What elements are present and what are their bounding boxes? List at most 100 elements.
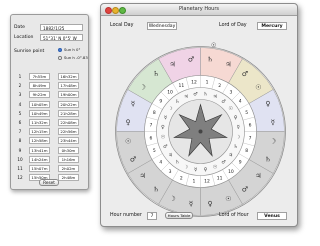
night-hour-cell: 2h02m — [58, 164, 79, 172]
outer-planet-symbol: ☉ — [225, 195, 231, 203]
reset-button[interactable]: Reset — [39, 179, 59, 186]
night-hour-cell: 20h22m — [58, 100, 79, 108]
radio-label-1: Sun h -0°.83 — [64, 55, 88, 60]
inner-planet-symbol: ♂ — [221, 99, 225, 105]
row-number: 9 — [18, 147, 22, 153]
inner-planet-symbol: ☽ — [168, 106, 173, 112]
outer-planet-symbol: ♄ — [153, 186, 159, 194]
inner-planet-symbol: ♄ — [175, 159, 179, 165]
outer-planet-symbol: ☉ — [125, 137, 131, 145]
inner-planet-symbol: ♄ — [175, 99, 179, 105]
night-hour-cell: 16h32m — [58, 73, 79, 81]
row-number: 8 — [18, 138, 22, 144]
sunrise-table-window: Date 1882/1/25 Location 51°31' N 0°5' W … — [10, 14, 89, 190]
day-hour-cell: 14h24m — [29, 155, 50, 163]
row-number: 12 — [17, 175, 23, 181]
table-row: 9 13h41m 0h30m — [15, 146, 87, 155]
night-hour-cell: 1h16m — [58, 155, 79, 163]
title-bar: Planetary Hours — [101, 4, 297, 16]
hour-number-label: 3 — [169, 169, 172, 175]
radio-sun-h-0[interactable]: Sun h 0° — [58, 47, 80, 52]
lord-of-hour-value: Venus — [257, 212, 287, 220]
night-hour-cell: 0h30m — [58, 146, 79, 154]
night-hour-cell: 21h28m — [58, 109, 79, 117]
location-label: Location — [14, 34, 34, 40]
inner-planet-symbol: ♀ — [234, 115, 238, 121]
inner-planet-symbol: ♃ — [168, 152, 172, 158]
hour-number-label: 5 — [153, 148, 156, 154]
table-row: 2 8h49m 17h48m — [15, 81, 87, 90]
hour-number-label: 12 — [204, 179, 210, 185]
inner-planet-symbol: ☉ — [228, 106, 232, 112]
hour-number-label: 6 — [149, 136, 152, 142]
day-hour-cell: 10h49m — [29, 109, 50, 117]
hour-number-label: 11 — [178, 83, 184, 89]
inner-planet-symbol: ☉ — [161, 134, 165, 140]
inner-planet-symbol: ♂ — [193, 92, 197, 98]
hour-number-label: 9 — [159, 99, 162, 105]
table-row: 11 15h07m 2h02m — [15, 164, 87, 173]
day-hour-cell: 9h22m — [29, 91, 50, 99]
outer-planet-symbol: ♂ — [130, 156, 136, 164]
table-row: 3 9h22m 19h00m — [15, 90, 87, 99]
table-row: 7 12h15m 22h56m — [15, 127, 87, 136]
table-row: 4 10h05m 20h22m — [15, 100, 87, 109]
outer-planet-symbol: ☿ — [189, 200, 193, 208]
date-row: Date 1882/1/25 — [14, 23, 83, 31]
table-row: 10 14h24m 1h16m — [15, 155, 87, 164]
hour-number-field[interactable]: 7 — [147, 212, 157, 220]
sunrise-point-label: Sunrise point — [14, 49, 45, 54]
hour-number-label: 3 — [230, 89, 233, 95]
inner-planet-symbol: ☽ — [184, 164, 189, 170]
row-number: 5 — [18, 110, 22, 116]
lord-of-day-value: Mercury — [257, 22, 287, 30]
hours-table-button[interactable]: Hours Table — [165, 212, 193, 219]
date-field[interactable]: 1882/1/25 — [40, 23, 83, 31]
hour-number-label: 11 — [217, 175, 223, 181]
center-dot — [198, 129, 203, 134]
outer-planet-symbol: ♀ — [207, 200, 212, 208]
day-hour-cell: 11h32m — [29, 119, 50, 127]
inner-planet-symbol: ☿ — [194, 167, 197, 173]
outer-planet-symbol: ☽ — [169, 195, 175, 203]
inner-planet-symbol: ♀ — [204, 167, 208, 173]
row-number: 7 — [18, 129, 22, 135]
row-number: 1 — [18, 74, 22, 80]
row-number: 3 — [18, 92, 22, 98]
table-row: 6 11h32m 22h08m — [15, 118, 87, 127]
outer-planet-symbol: ♀ — [265, 100, 270, 108]
day-hour-cell: 12h15m — [29, 128, 50, 136]
outer-planet-symbol: ♃ — [225, 60, 231, 68]
outer-planet-symbol: ♂ — [242, 70, 248, 78]
hour-number-label: 9 — [239, 160, 242, 166]
night-hour-cell: 22h56m — [58, 128, 79, 136]
hour-number-label: 2 — [218, 83, 221, 89]
location-field[interactable]: 51°31' N 0°5' W — [40, 33, 83, 41]
inner-planet-symbol: ♀ — [161, 124, 165, 130]
outer-planet-symbol: ☽ — [270, 137, 276, 145]
inner-planet-symbol: ♂ — [163, 144, 167, 150]
hour-number-label: 10 — [167, 89, 173, 95]
hours-table: 1 7h55m 16h32m 2 8h49m 17h48m 3 9h22m 19h00m 4 10h… — [15, 72, 87, 182]
outer-planet-symbol: ♂ — [242, 186, 248, 194]
radio-sun-h-083[interactable]: Sun h -0°.83 — [58, 55, 88, 60]
hour-number-label: 7 — [149, 123, 152, 129]
planetary-hours-wheel: ♄♃♂☉♀☿☽♄♃♂☉♀☿☽♄♃♂☉♀☿☽♄♃♂1234567891011121… — [115, 46, 286, 217]
inner-planet-symbol: ☿ — [164, 115, 167, 121]
row-number: 6 — [18, 120, 22, 126]
night-hour-cell: 19h00m — [58, 91, 79, 99]
hour-number-label: 7 — [249, 136, 252, 142]
hour-number-label: 4 — [239, 99, 242, 105]
inner-planet-symbol: ☉ — [213, 164, 217, 170]
radio-unselected-icon — [58, 55, 62, 60]
table-row: 8 12h58m 23h44m — [15, 136, 87, 145]
date-label: Date — [14, 24, 25, 30]
hour-number-label: Hour number — [110, 213, 142, 218]
location-row: Location 51°31' N 0°5' W — [14, 33, 83, 41]
outer-planet-symbol: ☿ — [271, 118, 275, 126]
outer-planet-symbol: ☉ — [255, 83, 261, 91]
inner-planet-symbol: ♃ — [213, 94, 217, 100]
local-day-label: Local Day — [110, 23, 134, 28]
row-number: 10 — [17, 156, 23, 162]
inner-planet-symbol: ☿ — [237, 124, 240, 130]
